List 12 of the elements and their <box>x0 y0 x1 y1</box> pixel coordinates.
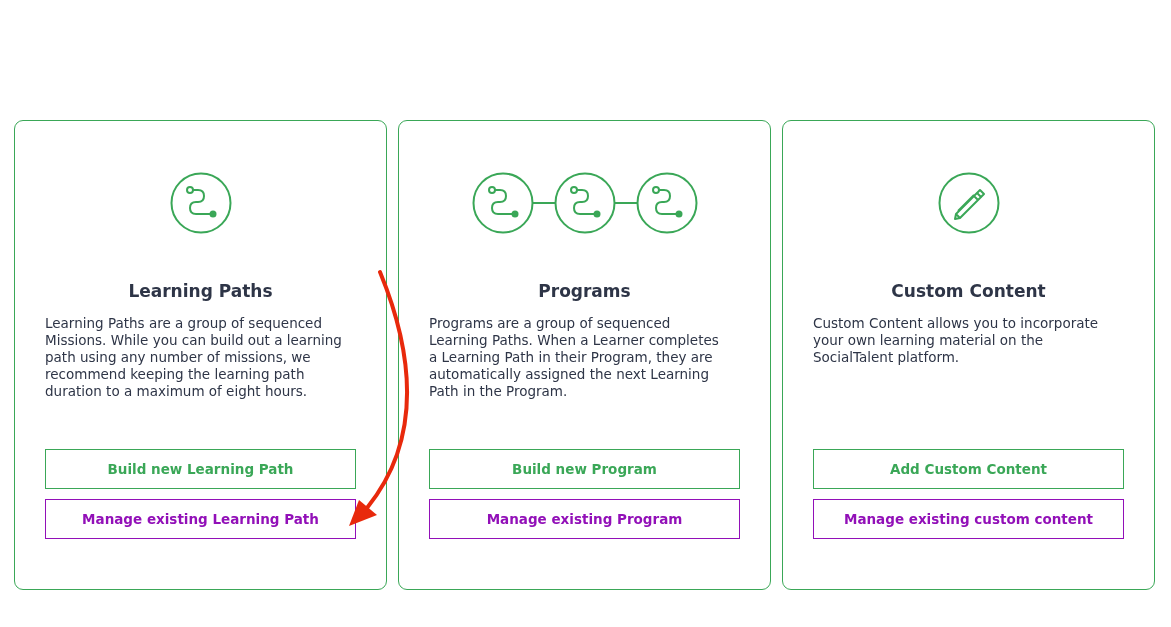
manage-button[interactable]: Manage existing Learning Path <box>45 499 356 539</box>
manage-button[interactable]: Manage existing custom content <box>813 499 1124 539</box>
card-title: Custom Content <box>891 281 1046 301</box>
card-description: Learning Paths are a group of sequenced Missions. While you can build out a learning path using any number of missions, we recommend keeping the learning path duration to a maximum of eight hours. <box>45 315 343 401</box>
card-title: Learning Paths <box>128 281 273 301</box>
path-icon <box>169 172 232 234</box>
card-description: Custom Content allows you to incorporate your own learning material on the SocialTalent platform. <box>813 315 1100 367</box>
card-description: Programs are a group of sequenced Learning Paths. When a Learner completes a Learning Path in their Program, they are automatically assigned the next Learning Path in the Program. <box>429 315 720 401</box>
card-title: Programs <box>538 281 631 301</box>
manage-button[interactable]: Manage existing Program <box>429 499 740 539</box>
path-chain-icon <box>471 172 698 234</box>
pencil-icon <box>937 172 1000 234</box>
